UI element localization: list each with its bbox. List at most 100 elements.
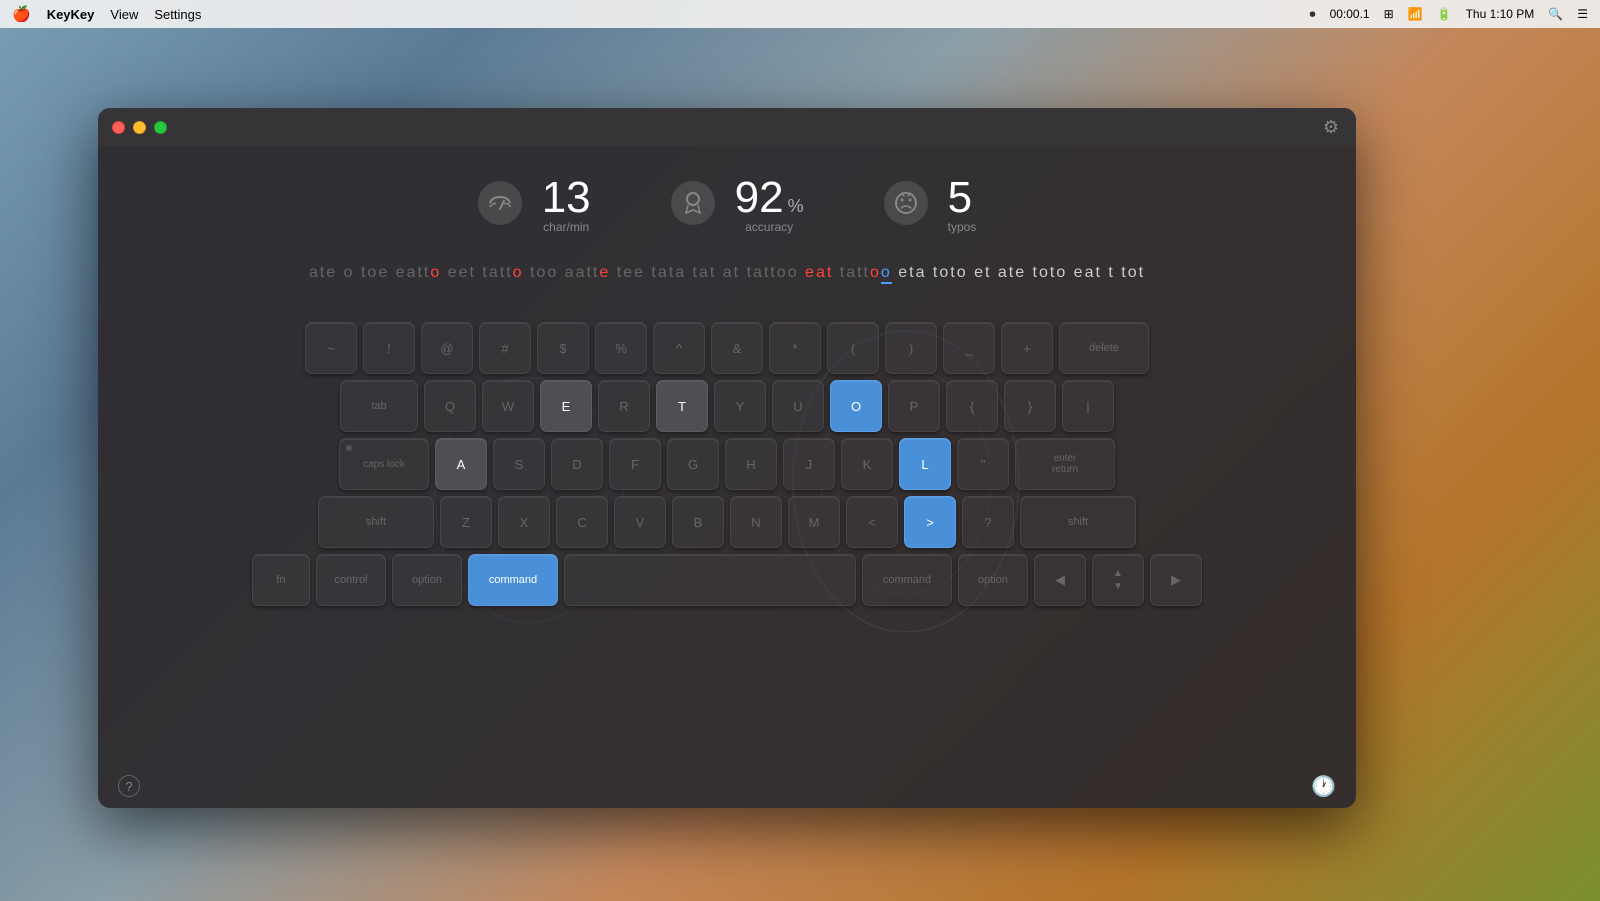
- error-char-5: o: [870, 264, 881, 281]
- key-k[interactable]: K: [841, 438, 893, 490]
- key-lbrace[interactable]: {: [946, 380, 998, 432]
- key-x[interactable]: X: [498, 496, 550, 548]
- key-command-right[interactable]: command: [862, 554, 952, 606]
- accuracy-unit: %: [788, 196, 804, 217]
- key-rparen[interactable]: ): [885, 322, 937, 374]
- accuracy-icon: [671, 181, 715, 225]
- text-display-area: ate o toe eatto eet tatto too aatte tee …: [98, 254, 1356, 292]
- key-at[interactable]: @: [421, 322, 473, 374]
- chars-value: 13: [542, 176, 591, 220]
- key-pipe[interactable]: |: [1062, 380, 1114, 432]
- key-space[interactable]: [564, 554, 856, 606]
- maximize-button[interactable]: [154, 121, 167, 134]
- typos-icon: [884, 181, 928, 225]
- key-tilde[interactable]: ~: [305, 322, 357, 374]
- key-capslock[interactable]: caps lock: [339, 438, 429, 490]
- app-window: ⚙ 13 char/min: [98, 108, 1356, 808]
- key-underscore[interactable]: _: [943, 322, 995, 374]
- key-dollar[interactable]: $: [537, 322, 589, 374]
- key-shift-right[interactable]: shift: [1020, 496, 1136, 548]
- key-hash[interactable]: #: [479, 322, 531, 374]
- error-char-4: eat: [805, 264, 833, 281]
- bottom-row: fn control option command command option…: [138, 554, 1316, 606]
- key-asterisk[interactable]: *: [769, 322, 821, 374]
- key-z[interactable]: Z: [440, 496, 492, 548]
- key-exclaim[interactable]: !: [363, 322, 415, 374]
- key-lt[interactable]: <: [846, 496, 898, 548]
- key-y[interactable]: Y: [714, 380, 766, 432]
- key-s[interactable]: S: [493, 438, 545, 490]
- grid-icon: ⊞: [1384, 7, 1394, 21]
- search-icon[interactable]: 🔍: [1548, 7, 1563, 21]
- key-m[interactable]: M: [788, 496, 840, 548]
- key-l[interactable]: L: [899, 438, 951, 490]
- key-command-left[interactable]: command: [468, 554, 558, 606]
- help-button[interactable]: ?: [118, 775, 140, 797]
- key-arrow-right[interactable]: ▶: [1150, 554, 1202, 606]
- key-fn[interactable]: fn: [252, 554, 310, 606]
- apple-menu[interactable]: 🍎: [12, 5, 31, 23]
- key-q[interactable]: Q: [424, 380, 476, 432]
- chars-label: char/min: [542, 220, 591, 234]
- close-button[interactable]: [112, 121, 125, 134]
- stats-area: 13 char/min 92 % accuracy: [98, 146, 1356, 254]
- settings-menu[interactable]: Settings: [154, 7, 201, 22]
- key-f[interactable]: F: [609, 438, 661, 490]
- key-percent[interactable]: %: [595, 322, 647, 374]
- key-o[interactable]: O: [830, 380, 882, 432]
- key-n[interactable]: N: [730, 496, 782, 548]
- chars-per-min-stat: 13 char/min: [478, 176, 591, 234]
- typos-value: 5: [948, 176, 972, 220]
- error-char: o: [430, 264, 441, 281]
- key-shift-left[interactable]: shift: [318, 496, 434, 548]
- key-v[interactable]: V: [614, 496, 666, 548]
- number-row: ~ ! @ # $ % ^ & * ( ) _ + delete: [138, 322, 1316, 374]
- key-rbrace[interactable]: }: [1004, 380, 1056, 432]
- speed-icon: [478, 181, 522, 225]
- key-caret[interactable]: ^: [653, 322, 705, 374]
- settings-button[interactable]: ⚙: [1320, 116, 1342, 138]
- key-delete[interactable]: delete: [1059, 322, 1149, 374]
- key-g[interactable]: G: [667, 438, 719, 490]
- key-tab[interactable]: tab: [340, 380, 418, 432]
- current-char: o: [881, 264, 892, 284]
- key-option-right[interactable]: option: [958, 554, 1028, 606]
- key-r[interactable]: R: [598, 380, 650, 432]
- app-name-menu[interactable]: KeyKey: [47, 7, 95, 22]
- key-b[interactable]: B: [672, 496, 724, 548]
- key-h[interactable]: H: [725, 438, 777, 490]
- qwerty-row: tab Q W E R T Y U O P { } |: [138, 380, 1316, 432]
- key-p[interactable]: P: [888, 380, 940, 432]
- key-w[interactable]: W: [482, 380, 534, 432]
- key-semicolon[interactable]: ": [957, 438, 1009, 490]
- typed-text: ate o toe eatt: [309, 264, 430, 281]
- key-d[interactable]: D: [551, 438, 603, 490]
- key-arrow-updown[interactable]: ▲▼: [1092, 554, 1144, 606]
- key-question[interactable]: ?: [962, 496, 1014, 548]
- key-ampersand[interactable]: &: [711, 322, 763, 374]
- key-t[interactable]: T: [656, 380, 708, 432]
- key-gt[interactable]: >: [904, 496, 956, 548]
- key-e[interactable]: E: [540, 380, 592, 432]
- accuracy-value: 92: [735, 176, 784, 220]
- keyboard: ~ ! @ # $ % ^ & * ( ) _ + delete tab Q W…: [98, 312, 1356, 632]
- error-char-3: e: [599, 264, 610, 281]
- typed-text-2: eet tatt: [441, 264, 512, 281]
- key-a[interactable]: A: [435, 438, 487, 490]
- key-c[interactable]: C: [556, 496, 608, 548]
- key-u[interactable]: U: [772, 380, 824, 432]
- history-clock-icon[interactable]: 🕐: [1311, 774, 1336, 799]
- typed-text-5: tatt: [833, 264, 870, 281]
- key-arrow-left[interactable]: ◀: [1034, 554, 1086, 606]
- key-plus[interactable]: +: [1001, 322, 1053, 374]
- minimize-button[interactable]: [133, 121, 146, 134]
- battery-icon: 🔋: [1437, 7, 1452, 21]
- key-lparen[interactable]: (: [827, 322, 879, 374]
- menu-icon[interactable]: ☰: [1577, 7, 1588, 21]
- key-enter[interactable]: enter return: [1015, 438, 1115, 490]
- key-control[interactable]: control: [316, 554, 386, 606]
- view-menu[interactable]: View: [110, 7, 138, 22]
- key-j[interactable]: J: [783, 438, 835, 490]
- accuracy-label: accuracy: [735, 220, 804, 234]
- key-option-left[interactable]: option: [392, 554, 462, 606]
